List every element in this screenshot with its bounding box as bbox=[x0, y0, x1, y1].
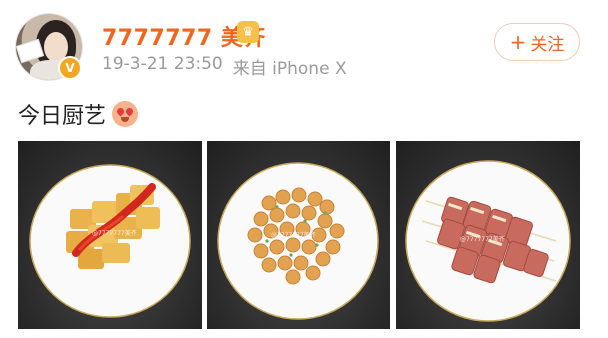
post-source: 来自 iPhone X bbox=[232, 59, 347, 79]
post-photo-2[interactable]: @7777777美齐 bbox=[207, 141, 390, 329]
follow-button-label: 关注 bbox=[530, 34, 565, 55]
photo-1-image: @7777777美齐 bbox=[29, 164, 191, 318]
post-photo-3[interactable]: @7777777美齐 bbox=[396, 141, 580, 329]
photo-2-image: @7777777美齐 bbox=[217, 162, 379, 320]
heart-eyes-emoji-icon bbox=[112, 101, 139, 127]
verified-badge-icon: V bbox=[58, 56, 82, 80]
post-timestamp: 19-3-21 23:50 bbox=[102, 54, 223, 74]
crown-icon: ♛ bbox=[237, 21, 259, 43]
photo-3-watermark: @7777777美齐 bbox=[460, 235, 505, 243]
plus-icon: + bbox=[509, 30, 527, 54]
post-photo-1[interactable]: @7777777美齐 bbox=[18, 141, 202, 329]
post-meta: 19-3-21 23:50 来自 iPhone X bbox=[102, 54, 347, 79]
post-text: 今日厨艺 bbox=[18, 98, 139, 130]
photo-2-watermark: @7777777美齐 bbox=[271, 231, 316, 239]
photo-3-image: @7777777美齐 bbox=[405, 160, 571, 322]
photo-1-watermark: @7777777美齐 bbox=[92, 229, 137, 237]
post-body: 今日厨艺 bbox=[18, 104, 107, 129]
follow-button[interactable]: + 关注 bbox=[494, 23, 580, 61]
